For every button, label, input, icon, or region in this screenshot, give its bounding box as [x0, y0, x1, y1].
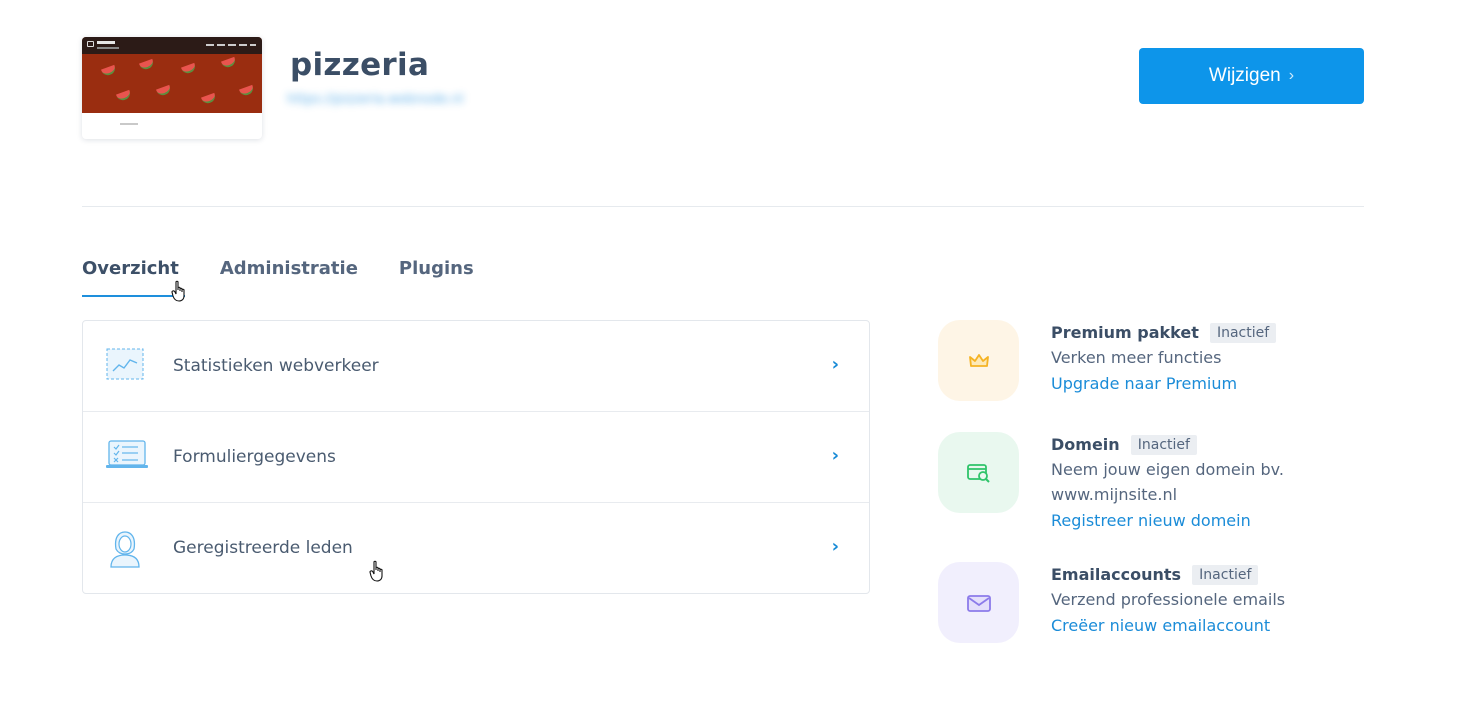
edit-button-label: Wijzigen: [1208, 65, 1281, 86]
tab-bar: Overzicht Administratie Plugins: [82, 258, 515, 297]
create-email-link[interactable]: Creëer nieuw emailaccount: [1051, 616, 1270, 635]
status-badge: Inactief: [1209, 322, 1277, 343]
hand-cursor-icon: [369, 560, 383, 582]
tab-overzicht[interactable]: Overzicht: [82, 258, 185, 297]
chevron-right-icon: ›: [831, 445, 839, 466]
edit-site-button[interactable]: Wijzigen ›: [1139, 48, 1364, 104]
list-item-members[interactable]: Geregistreerde leden ›: [83, 503, 869, 593]
chevron-right-icon: ›: [1288, 67, 1295, 84]
thumbnail-nav: [82, 37, 262, 54]
form-data-icon: [105, 438, 149, 478]
header-divider: [82, 206, 1364, 207]
overview-list: Statistieken webverkeer › Formuliergegev…: [82, 320, 870, 594]
site-url-link[interactable]: https://pizzeria.webnode.nl: [287, 92, 527, 110]
hand-cursor-icon: [171, 280, 185, 302]
list-item-label: Geregistreerde leden: [173, 538, 353, 558]
list-item-label: Statistieken webverkeer: [173, 356, 379, 376]
status-badge: Inactief: [1130, 434, 1197, 455]
feature-description: Verzend professionele emails: [1051, 589, 1286, 609]
site-title: pizzeria: [290, 47, 430, 83]
list-item-form-data[interactable]: Formuliergegevens ›: [83, 412, 869, 503]
thumbnail-text: [120, 123, 138, 125]
tab-administratie[interactable]: Administratie: [220, 258, 358, 297]
list-item-label: Formuliergegevens: [173, 447, 336, 467]
chevron-right-icon: ›: [831, 354, 839, 375]
upgrade-premium-link[interactable]: Upgrade naar Premium: [1051, 374, 1237, 393]
chevron-right-icon: ›: [831, 536, 839, 557]
tab-plugins[interactable]: Plugins: [399, 258, 474, 297]
traffic-chart-icon: [105, 347, 149, 387]
thumbnail-hero: [82, 37, 262, 113]
crown-icon: [938, 320, 1019, 401]
feature-title: Domein: [1051, 435, 1120, 454]
feature-description: Neem jouw eigen domein bv. www.mijnsite.…: [1051, 459, 1284, 504]
feature-title: Premium pakket: [1051, 323, 1199, 342]
register-domain-link[interactable]: Registreer nieuw domein: [1051, 511, 1251, 530]
domain-search-icon: [938, 432, 1019, 513]
status-badge: Inactief: [1192, 564, 1259, 585]
member-icon: [105, 529, 149, 569]
list-item-statistics[interactable]: Statistieken webverkeer ›: [83, 321, 869, 412]
feature-description: Verken meer functies: [1051, 347, 1222, 367]
feature-title: Emailaccounts: [1051, 565, 1182, 584]
site-thumbnail[interactable]: [82, 37, 262, 139]
envelope-icon: [938, 562, 1019, 643]
